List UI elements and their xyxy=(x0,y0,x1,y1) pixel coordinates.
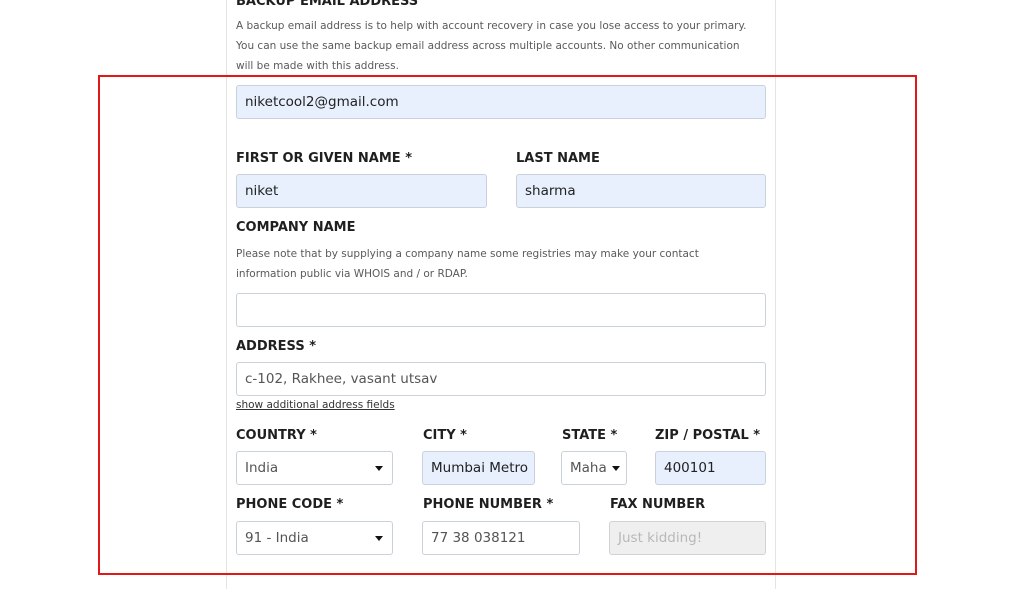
address-label: ADDRESS * xyxy=(236,339,316,354)
backup-email-input[interactable]: niketcool2@gmail.com xyxy=(236,85,766,119)
contact-form-panel: BACKUP EMAIL ADDRESS A backup email addr… xyxy=(226,0,776,589)
backup-email-heading: BACKUP EMAIL ADDRESS xyxy=(236,0,419,9)
address-input[interactable]: c-102, Rakhee, vasant utsav xyxy=(236,362,766,396)
phone-code-label: PHONE CODE * xyxy=(236,497,344,512)
zip-label: ZIP / POSTAL * xyxy=(655,428,761,443)
phone-code-select[interactable]: 91 - India xyxy=(236,521,393,555)
state-select[interactable]: Maha xyxy=(561,451,627,485)
state-select-value: Maha xyxy=(570,460,607,476)
chevron-down-icon xyxy=(612,466,620,471)
country-select-value: India xyxy=(245,460,279,476)
company-help-1: Please note that by supplying a company … xyxy=(236,248,699,260)
chevron-down-icon xyxy=(375,466,383,471)
phone-number-label: PHONE NUMBER * xyxy=(423,497,554,512)
phone-code-select-value: 91 - India xyxy=(245,530,309,546)
backup-email-help-3: will be made with this address. xyxy=(236,60,399,72)
last-name-label: LAST NAME xyxy=(516,151,600,166)
country-select[interactable]: India xyxy=(236,451,393,485)
company-name-input[interactable] xyxy=(236,293,766,327)
first-name-label: FIRST OR GIVEN NAME * xyxy=(236,151,413,166)
backup-email-help-1: A backup email address is to help with a… xyxy=(236,20,747,32)
backup-email-help-2: You can use the same backup email addres… xyxy=(236,40,740,52)
company-help-2: information public via WHOIS and / or RD… xyxy=(236,268,468,280)
fax-number-label: FAX NUMBER xyxy=(610,497,706,512)
company-name-label: COMPANY NAME xyxy=(236,220,356,235)
country-label: COUNTRY * xyxy=(236,428,317,443)
city-input[interactable]: Mumbai Metro xyxy=(422,451,535,485)
phone-number-input[interactable]: 77 38 038121 xyxy=(422,521,580,555)
last-name-input[interactable]: sharma xyxy=(516,174,766,208)
show-additional-address-link[interactable]: show additional address fields xyxy=(236,399,395,411)
city-label: CITY * xyxy=(423,428,467,443)
state-label: STATE * xyxy=(562,428,618,443)
chevron-down-icon xyxy=(375,536,383,541)
zip-input[interactable]: 400101 xyxy=(655,451,766,485)
first-name-input[interactable]: niket xyxy=(236,174,487,208)
fax-number-input: Just kidding! xyxy=(609,521,766,555)
